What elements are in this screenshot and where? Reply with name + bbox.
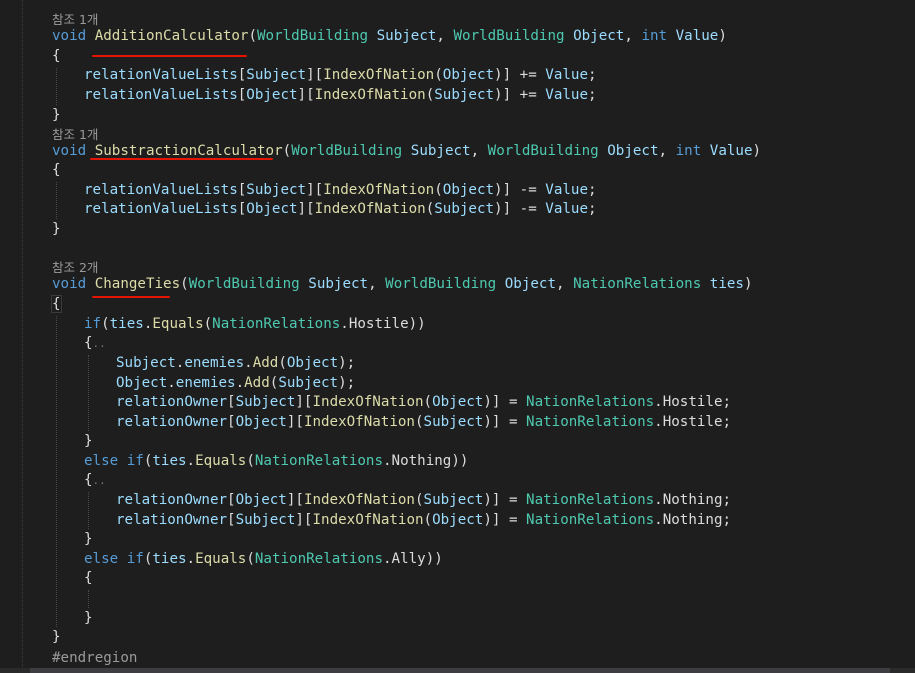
code-line[interactable]: relationOwner[Subject][IndexOfNation(Obj… [116, 393, 731, 412]
method-name-addition: AdditionCalculator [94, 28, 249, 44]
code-line[interactable]: if(ties.Equals(NationRelations.Hostile)) [84, 315, 426, 334]
red-underline-annotation-3 [92, 296, 170, 298]
code-line[interactable]: {.. [84, 334, 106, 353]
code-line[interactable]: { [52, 47, 61, 66]
collapse-ellipsis-icon[interactable]: .. [93, 474, 106, 487]
red-underline-annotation-2 [90, 158, 273, 160]
code-line[interactable]: relationOwner[Subject][IndexOfNation(Obj… [116, 511, 731, 530]
code-line[interactable]: { [51, 295, 62, 314]
code-line-changeties-signature[interactable]: void ChangeTies(WorldBuilding Subject, W… [52, 275, 753, 294]
gutter-separator [22, 0, 24, 673]
indent-guide [56, 68, 57, 105]
code-line[interactable]: else if(ties.Equals(NationRelations.Ally… [84, 550, 443, 569]
method-name-subtraction: SubstractionCalculator [94, 143, 283, 159]
code-line[interactable]: } [84, 530, 93, 549]
code-line-addition-signature[interactable]: void AdditionCalculator(WorldBuilding Su… [52, 27, 727, 46]
code-line[interactable]: relationValueLists[Object][IndexOfNation… [84, 200, 597, 219]
code-line[interactable]: } [84, 609, 93, 628]
code-line[interactable]: } [84, 432, 93, 451]
collapse-ellipsis-icon[interactable]: .. [93, 337, 106, 350]
code-line[interactable]: relationOwner[Object][IndexOfNation(Subj… [116, 491, 731, 510]
code-line[interactable]: } [52, 220, 61, 239]
code-line[interactable]: relationOwner[Object][IndexOfNation(Subj… [116, 413, 731, 432]
code-line[interactable]: } [52, 628, 61, 647]
code-editor[interactable]: 참조 1개 void AdditionCalculator(WorldBuild… [0, 0, 915, 673]
indent-guide [56, 182, 57, 219]
code-line[interactable]: Subject.enemies.Add(Object); [116, 354, 355, 373]
indent-guide [88, 355, 89, 431]
code-line[interactable]: { [84, 569, 93, 588]
red-underline-annotation-1 [92, 55, 247, 57]
indent-guide [88, 492, 89, 529]
code-line[interactable]: Object.enemies.Add(Subject); [116, 374, 355, 393]
code-line[interactable]: { [52, 161, 61, 180]
code-line[interactable]: else if(ties.Equals(NationRelations.Noth… [84, 452, 468, 471]
indent-guide [56, 316, 57, 627]
code-line[interactable]: {.. [84, 471, 106, 490]
method-name-changeties: ChangeTies [94, 276, 181, 292]
indent-guide [88, 590, 89, 608]
code-line[interactable]: relationValueLists[Subject][IndexOfNatio… [84, 66, 597, 85]
code-line[interactable]: relationValueLists[Subject][IndexOfNatio… [84, 181, 597, 200]
horizontal-scrollbar-thumb[interactable] [30, 668, 890, 673]
code-line[interactable]: } [52, 106, 61, 125]
code-line-endregion[interactable]: #endregion [52, 649, 137, 668]
code-line[interactable]: relationValueLists[Object][IndexOfNation… [84, 86, 597, 105]
